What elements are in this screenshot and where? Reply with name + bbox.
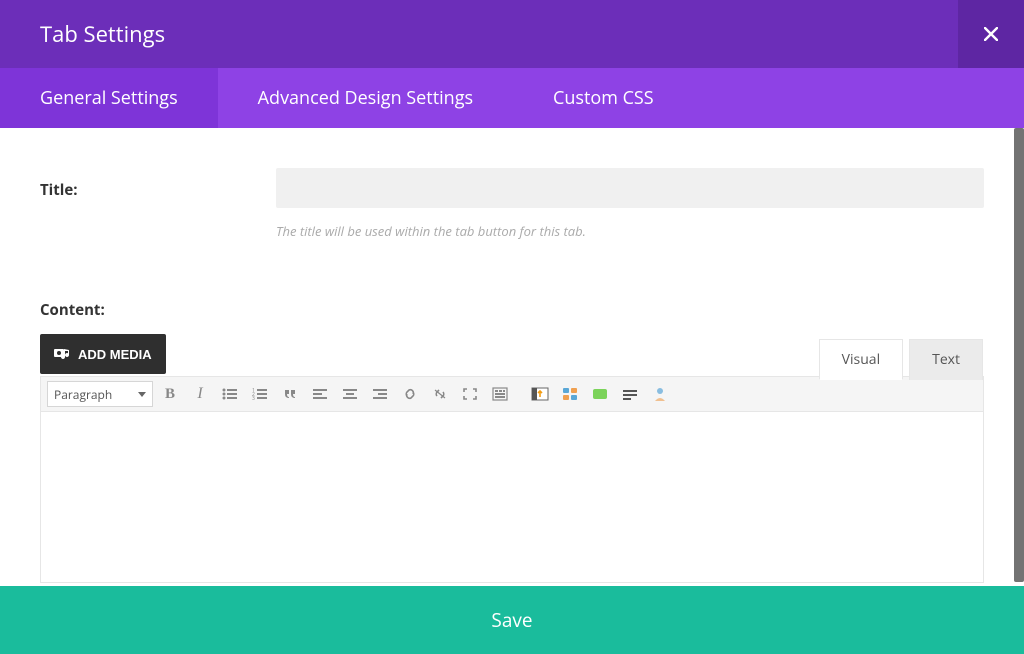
numbered-list-button[interactable]: 123 — [247, 381, 273, 407]
content-section: Content: ADD MEDIA Visual Text Paragraph — [40, 300, 984, 583]
camera-music-icon — [54, 347, 70, 361]
shortcode-button-4[interactable] — [647, 381, 673, 407]
quote-icon — [282, 387, 298, 401]
shortcode-button-1[interactable] — [557, 381, 583, 407]
shortcode-button-3[interactable] — [617, 381, 643, 407]
editor-tab-text[interactable]: Text — [909, 339, 983, 380]
modal-title: Tab Settings — [40, 19, 165, 49]
toolbar-toggle-button[interactable] — [487, 381, 513, 407]
fullscreen-button[interactable] — [457, 381, 483, 407]
chevron-down-icon — [138, 392, 146, 397]
grid-blue-icon — [562, 387, 578, 401]
align-center-icon — [342, 387, 358, 401]
editor-tab-visual[interactable]: Visual — [819, 339, 903, 380]
scrollbar-thumb[interactable] — [1014, 128, 1024, 582]
save-button[interactable]: Save — [0, 586, 1024, 654]
format-select-value: Paragraph — [54, 386, 112, 403]
italic-button[interactable]: I — [187, 381, 213, 407]
tab-nav: General Settings Advanced Design Setting… — [0, 68, 1024, 128]
content-label: Content: — [40, 300, 984, 320]
format-select[interactable]: Paragraph — [47, 381, 153, 407]
field-title-row: Title: — [40, 168, 984, 208]
align-center-button[interactable] — [337, 381, 363, 407]
editor-content-area[interactable] — [41, 412, 983, 582]
title-help-text: The title will be used within the tab bu… — [276, 222, 984, 240]
align-right-icon — [372, 387, 388, 401]
svg-text:3: 3 — [252, 396, 255, 401]
content-pane: Title: The title will be used within the… — [0, 128, 1024, 586]
green-block-icon — [592, 387, 608, 401]
blockquote-button[interactable] — [277, 381, 303, 407]
bold-button[interactable]: B — [157, 381, 183, 407]
lines-icon — [622, 387, 638, 401]
insert-column-button[interactable] — [527, 381, 553, 407]
person-icon — [652, 386, 668, 402]
align-left-button[interactable] — [307, 381, 333, 407]
remove-link-button[interactable] — [427, 381, 453, 407]
align-right-button[interactable] — [367, 381, 393, 407]
insert-link-button[interactable] — [397, 381, 423, 407]
shortcode-button-2[interactable] — [587, 381, 613, 407]
close-icon — [984, 27, 998, 41]
bullet-list-icon — [222, 387, 238, 401]
unlink-icon — [432, 387, 448, 401]
close-button[interactable] — [958, 0, 1024, 68]
fullscreen-icon — [462, 387, 478, 401]
modal-header: Tab Settings — [0, 0, 1024, 68]
editor-mode-tabs: Visual Text — [813, 339, 983, 380]
add-media-button[interactable]: ADD MEDIA — [40, 334, 166, 374]
save-label: Save — [491, 607, 532, 633]
title-input[interactable] — [276, 168, 984, 208]
bullet-list-button[interactable] — [217, 381, 243, 407]
editor: Visual Text Paragraph B I 123 — [40, 376, 984, 583]
add-media-label: ADD MEDIA — [78, 347, 152, 362]
column-arrow-icon — [531, 386, 549, 402]
tab-general-settings[interactable]: General Settings — [0, 68, 218, 128]
title-label: Title: — [40, 168, 276, 200]
numbered-list-icon: 123 — [252, 387, 268, 401]
tab-custom-css[interactable]: Custom CSS — [513, 68, 694, 128]
tab-advanced-design-settings[interactable]: Advanced Design Settings — [218, 68, 513, 128]
align-left-icon — [312, 387, 328, 401]
kitchen-sink-icon — [492, 387, 508, 401]
link-icon — [402, 387, 418, 401]
editor-toolbar: Paragraph B I 123 — [41, 377, 983, 412]
